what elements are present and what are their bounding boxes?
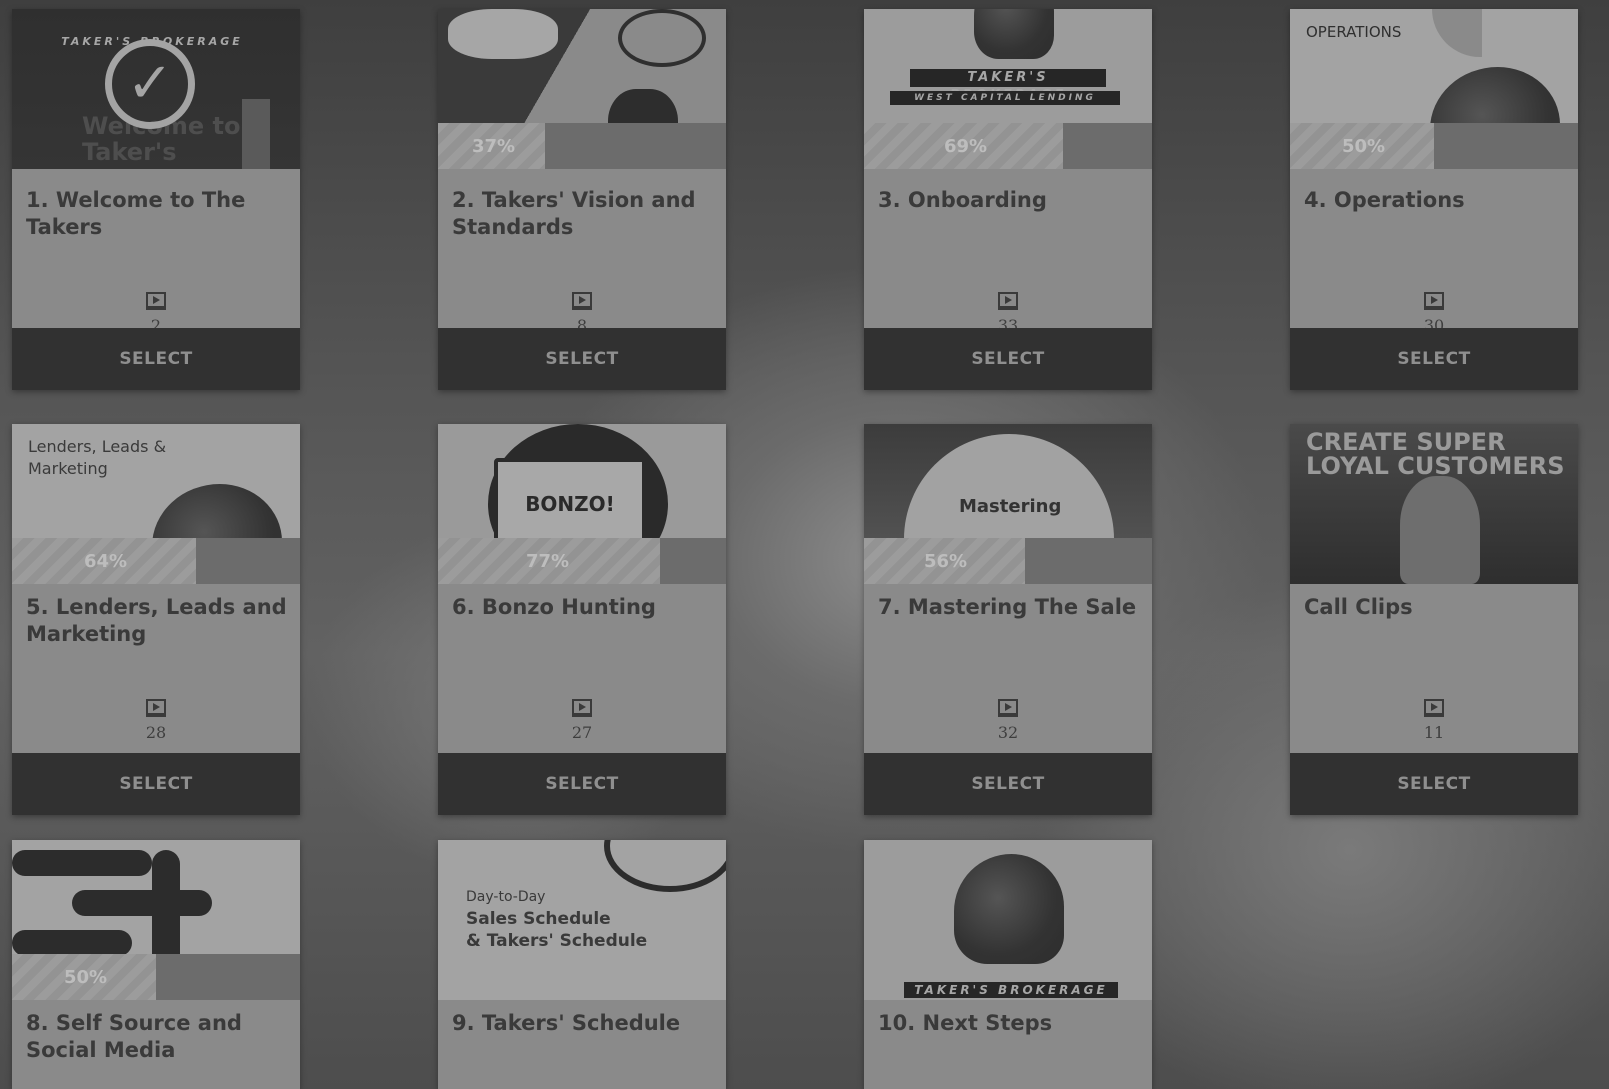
select-button[interactable]: SELECT bbox=[438, 753, 726, 815]
course-card-4[interactable]: OPERATIONS 50% 4. Operations 30 SELECT bbox=[1290, 9, 1578, 390]
progress-bar: 50% bbox=[1290, 123, 1578, 169]
progress-label: 69% bbox=[944, 136, 988, 157]
progress-label: 77% bbox=[526, 551, 570, 572]
course-thumbnail: TAKER'S BROKERAGE Welcome to Taker's ✓ bbox=[12, 9, 300, 169]
lesson-count: 32 bbox=[864, 699, 1152, 742]
progress-bar: 50% bbox=[12, 954, 300, 1000]
select-button[interactable]: SELECT bbox=[1290, 328, 1578, 390]
course-thumbnail: CREATE SUPER LOYAL CUSTOMERS bbox=[1290, 424, 1578, 584]
bonzo-logo: BONZO! bbox=[494, 458, 646, 550]
progress-label: 50% bbox=[1342, 136, 1386, 157]
course-title: Call Clips bbox=[1304, 595, 1413, 619]
lesson-count: 11 bbox=[1290, 699, 1578, 742]
course-title: 2. Takers' Vision and Standards bbox=[452, 188, 696, 239]
course-card-8[interactable]: 50% 8. Self Source and Social Media bbox=[12, 840, 300, 1089]
course-thumbnail: TAKER'S BROKERAGE WEST CAPITAL LENDING 6… bbox=[864, 9, 1152, 169]
course-title: 8. Self Source and Social Media bbox=[26, 1011, 242, 1062]
progress-bar: 37% bbox=[438, 123, 726, 169]
course-thumbnail: Mastering 56% bbox=[864, 424, 1152, 584]
course-card-6[interactable]: BONZO! 77% 6. Bonzo Hunting 27 SELECT bbox=[438, 424, 726, 815]
video-lesson-icon bbox=[146, 699, 166, 717]
course-title: 9. Takers' Schedule bbox=[452, 1011, 681, 1035]
select-button[interactable]: SELECT bbox=[1290, 753, 1578, 815]
video-lesson-icon bbox=[1424, 292, 1444, 310]
course-card-5[interactable]: Lenders, Leads & Marketing 64% 5. Lender… bbox=[12, 424, 300, 815]
course-card-9[interactable]: Day-to-Day Sales Schedule & Takers' Sche… bbox=[438, 840, 726, 1089]
course-card-1[interactable]: TAKER'S BROKERAGE Welcome to Taker's ✓ 1… bbox=[12, 9, 300, 390]
course-card-call-clips[interactable]: CREATE SUPER LOYAL CUSTOMERS Call Clips … bbox=[1290, 424, 1578, 815]
video-lesson-icon bbox=[998, 699, 1018, 717]
progress-bar: 64% bbox=[12, 538, 300, 584]
course-card-2[interactable]: 37% 2. Takers' Vision and Standards 8 SE… bbox=[438, 9, 726, 390]
progress-bar: 56% bbox=[864, 538, 1152, 584]
video-lesson-icon bbox=[572, 699, 592, 717]
spartan-helmet-icon bbox=[974, 9, 1054, 59]
checkmark-icon: ✓ bbox=[105, 39, 195, 129]
brain-icon bbox=[448, 9, 558, 59]
progress-label: 64% bbox=[84, 551, 128, 572]
course-thumbnail: BONZO! 77% bbox=[438, 424, 726, 584]
course-title: 4. Operations bbox=[1304, 188, 1465, 212]
course-title: 1. Welcome to The Takers bbox=[26, 188, 246, 239]
progress-label: 56% bbox=[924, 551, 968, 572]
course-card-3[interactable]: TAKER'S BROKERAGE WEST CAPITAL LENDING 6… bbox=[864, 9, 1152, 390]
course-card-7[interactable]: Mastering 56% 7. Mastering The Sale 32 S… bbox=[864, 424, 1152, 815]
select-button[interactable]: SELECT bbox=[864, 328, 1152, 390]
progress-bar: 77% bbox=[438, 538, 726, 584]
select-button[interactable]: SELECT bbox=[12, 753, 300, 815]
course-card-10[interactable]: TAKER'S BROKERAGE 10. Next Steps bbox=[864, 840, 1152, 1089]
course-thumbnail: 37% bbox=[438, 9, 726, 169]
video-lesson-icon bbox=[1424, 699, 1444, 717]
video-lesson-icon bbox=[572, 292, 592, 310]
lesson-count: 27 bbox=[438, 699, 726, 742]
course-title: 10. Next Steps bbox=[878, 1011, 1053, 1035]
lesson-count: 28 bbox=[12, 699, 300, 742]
select-button[interactable]: SELECT bbox=[12, 328, 300, 390]
select-button[interactable]: SELECT bbox=[438, 328, 726, 390]
course-thumbnail: Day-to-Day Sales Schedule & Takers' Sche… bbox=[438, 840, 726, 1000]
select-button[interactable]: SELECT bbox=[864, 753, 1152, 815]
progress-label: 50% bbox=[64, 967, 108, 988]
progress-bar: 69% bbox=[864, 123, 1152, 169]
course-thumbnail: OPERATIONS 50% bbox=[1290, 9, 1578, 169]
video-lesson-icon bbox=[998, 292, 1018, 310]
eye-icon bbox=[618, 9, 706, 67]
person-photo bbox=[1400, 476, 1480, 584]
course-thumbnail: Lenders, Leads & Marketing 64% bbox=[12, 424, 300, 584]
spartan-helmet-icon bbox=[954, 854, 1064, 964]
progress-label: 37% bbox=[472, 136, 516, 157]
course-title: 6. Bonzo Hunting bbox=[452, 595, 656, 619]
course-title: 7. Mastering The Sale bbox=[878, 595, 1137, 619]
course-thumbnail: 50% bbox=[12, 840, 300, 1000]
course-title: 3. Onboarding bbox=[878, 188, 1047, 212]
video-lesson-icon bbox=[146, 292, 166, 310]
course-thumbnail: TAKER'S BROKERAGE bbox=[864, 840, 1152, 1000]
course-title: 5. Lenders, Leads and Marketing bbox=[26, 595, 287, 646]
